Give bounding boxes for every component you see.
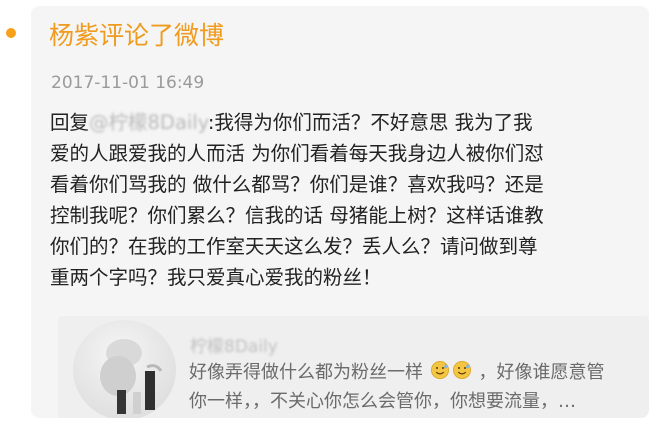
quoted-line-1: 好像弄得做什么都为粉丝一样 ，好像谁愿意管 xyxy=(189,358,641,387)
reply-text: 回复@柠檬8Daily:我得为你们而活？不好意思 我为了我 爱的人跟爱我的人而活… xyxy=(50,107,646,293)
sweat-smile-emoji-icon xyxy=(452,360,471,380)
reply-line-6: 重两个字吗？我只爱真心爱我的粉丝！ xyxy=(50,266,382,289)
timeline-dot xyxy=(6,28,16,38)
quoted-post-thumbnail[interactable] xyxy=(73,320,176,418)
timestamp: 2017-11-01 16:49 xyxy=(51,73,205,93)
screenshot-frame: 杨紫评论了微博 2017-11-01 16:49 回复@柠檬8Daily:我得为… xyxy=(0,0,653,422)
quoted-line-2: 你一样，，不关心你怎么会管你，你想要流量，… xyxy=(189,391,576,412)
notification-title: 杨紫评论了微博 xyxy=(49,21,225,50)
quoted-post-card[interactable]: 柠檬8Daily 好像弄得做什么都为粉丝一样 ，好像谁愿意管 你一样，，不关心你… xyxy=(58,316,649,418)
reply-line-2: 爱的人跟爱我的人而活 为你们看着每天我身边人被你们怼 xyxy=(50,142,544,165)
thumbnail-image xyxy=(100,339,163,414)
quoted-post-author[interactable]: 柠檬8Daily xyxy=(190,332,278,357)
reply-line-1-text: :我得为你们而活？不好意思 我为了我 xyxy=(207,111,533,134)
comment-card: 杨紫评论了微博 2017-11-01 16:49 回复@柠檬8Daily:我得为… xyxy=(31,6,649,418)
reply-line-4: 控制我呢？你们累么？信我的话 母猪能上树？这样话谁教 xyxy=(50,204,544,227)
reply-line-1: 回复@柠檬8Daily:我得为你们而活？不好意思 我为了我 xyxy=(50,107,646,138)
quoted-post-text: 好像弄得做什么都为粉丝一样 ，好像谁愿意管 你一样，，不关心你怎么会管你，你想要… xyxy=(189,358,641,416)
quoted-line-1-before-emoji: 好像弄得做什么都为粉丝一样 xyxy=(189,362,423,383)
mention-link[interactable]: @柠檬8Daily xyxy=(89,111,208,134)
reply-line-3: 看着你们骂我的 做什么都骂？你们是谁？喜欢我吗？还是 xyxy=(50,173,544,196)
reply-prefix: 回复 xyxy=(50,111,90,134)
reply-line-5: 你们的？在我的工作室天天这么发？丢人么？请问做到尊 xyxy=(50,235,538,258)
sweat-smile-emoji-icon xyxy=(430,360,449,380)
quoted-line-1-after-emoji: ，好像谁愿意管 xyxy=(478,362,605,383)
